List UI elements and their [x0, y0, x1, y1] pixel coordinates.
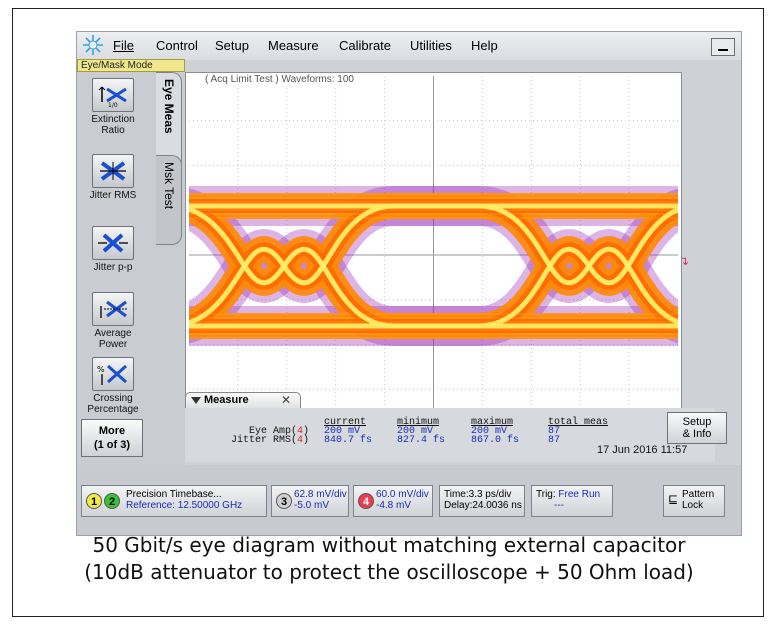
collapse-icon [191, 397, 201, 404]
timebase-label: Precision Timebase... [126, 489, 222, 500]
menu-file[interactable]: File [113, 38, 134, 53]
channel1-badge: 1 [86, 493, 102, 509]
svg-text:1/0: 1/0 [108, 102, 118, 108]
jitter-pp-icon [92, 226, 134, 260]
measure-title: Measure [204, 394, 249, 406]
figure-caption: 50 Gbit/s eye diagram without matching e… [13, 532, 765, 586]
channel2-badge: 2 [104, 493, 120, 509]
cell-value: 867.0 fs [471, 435, 520, 446]
menu-bar: File Control Setup Measure Calibrate Uti… [77, 32, 741, 60]
button-label: Setup [682, 416, 712, 428]
minimize-button[interactable] [711, 38, 735, 56]
setup-info-button[interactable]: Setup & Info [667, 412, 727, 444]
tool-label: Average Power [94, 328, 132, 350]
trigger-mode: Trig: Free Run [536, 489, 601, 500]
tool-label: Jitter RMS [89, 190, 137, 201]
lock-label: Lock [682, 500, 704, 511]
channel4-offset: -4.8 mV [376, 500, 412, 511]
average-power-tool[interactable]: Average Power [81, 292, 145, 350]
cell-value: 840.7 fs [324, 435, 373, 446]
tool-label: Jitter p-p [93, 262, 133, 273]
eye-diagram [189, 76, 678, 434]
trigger-button[interactable]: Trig: Free Run --- [531, 485, 613, 517]
menu-help[interactable]: Help [471, 38, 498, 53]
jitter-rms-tool[interactable]: Jitter RMS [81, 154, 145, 201]
pattern-label: Pattern [682, 489, 715, 500]
date-time: 17 Jun 2016 11:57 [597, 444, 688, 456]
oscilloscope-window: File Control Setup Measure Calibrate Uti… [76, 31, 742, 536]
channel3-offset: -5.0 mV [294, 500, 330, 511]
channel3-button[interactable]: 3 62.8 mV/div -5.0 mV [271, 485, 349, 517]
total-meas-column: total meas 87 87 [548, 418, 608, 446]
trigger-level: --- [554, 500, 564, 511]
menu-calibrate[interactable]: Calibrate [339, 38, 391, 53]
tab-msk-test[interactable]: Msk Test [156, 155, 182, 245]
extinction-ratio-icon: 1/0 [92, 78, 134, 112]
pattern-lock-icon: ⊑ [668, 492, 679, 506]
crossing-percentage-icon: % [92, 357, 134, 391]
channel4-button[interactable]: 4 60.0 mV/div -4.8 mV [353, 485, 433, 517]
channel4-scale: 60.0 mV/div [376, 489, 429, 500]
mode-label: Eye/Mask Mode [77, 59, 185, 72]
current-column: current 200 mV 840.7 fs [324, 418, 373, 446]
more-page-label: (1 of 3) [93, 439, 131, 451]
crossing-percentage-tool[interactable]: % Crossing Percentage [81, 357, 145, 415]
jitter-rms-icon [92, 154, 134, 188]
pattern-lock-button[interactable]: ⊑ Pattern Lock [663, 485, 725, 517]
status-bar: 1 2 Precision Timebase... Reference: 12.… [77, 465, 741, 535]
menu-utilities[interactable]: Utilities [410, 38, 452, 53]
timebase-button[interactable]: 1 2 Precision Timebase... Reference: 12.… [81, 485, 267, 517]
figure-frame: File Control Setup Measure Calibrate Uti… [12, 8, 764, 617]
waveform-count-label: ( Acq Limit Test ) Waveforms: 100 [202, 74, 357, 85]
tool-label: Extinction Ratio [91, 114, 135, 136]
channel3-scale: 62.8 mV/div [294, 489, 347, 500]
table-row: Jitter RMS(4) [230, 435, 309, 446]
jitter-pp-tool[interactable]: Jitter p-p [81, 226, 145, 273]
horizontal-button[interactable]: Time:3.3 ps/div Delay:24.0036 ns [439, 485, 525, 517]
tab-label: Eye Meas [162, 79, 176, 134]
channel3-badge: 3 [276, 493, 292, 509]
menu-measure[interactable]: Measure [268, 38, 319, 53]
measure-row-labels: Eye Amp(4) Jitter RMS(4) [185, 427, 309, 446]
close-icon[interactable]: ✕ [281, 393, 291, 407]
svg-text:%: % [97, 365, 105, 374]
average-power-icon [92, 292, 134, 326]
timebase-reference: Reference: 12.50000 GHz [126, 500, 243, 511]
more-button[interactable]: More (1 of 3) [81, 419, 143, 457]
time-scale: Time:3.3 ps/div [444, 489, 512, 500]
time-delay: Delay:24.0036 ns [444, 500, 522, 511]
maximum-column: maximum 200 mV 867.0 fs [471, 418, 520, 446]
menu-setup[interactable]: Setup [215, 38, 249, 53]
button-label: & Info [682, 428, 712, 440]
caption-line2: (10dB attenuator to protect the oscillos… [84, 560, 694, 584]
trigger-level-marker: ↴ [679, 254, 690, 268]
caption-line1: 50 Gbit/s eye diagram without matching e… [92, 533, 686, 557]
channel4-badge: 4 [358, 493, 374, 509]
more-label: More [98, 425, 126, 437]
cell-value: 827.4 fs [397, 435, 446, 446]
app-logo-icon [83, 35, 103, 55]
menu-control[interactable]: Control [156, 38, 198, 53]
tab-label: Msk Test [162, 162, 176, 210]
minimum-column: minimum 200 mV 827.4 fs [397, 418, 446, 446]
tool-label: Crossing Percentage [87, 393, 139, 415]
extinction-ratio-tool[interactable]: 1/0 Extinction Ratio [81, 78, 145, 136]
